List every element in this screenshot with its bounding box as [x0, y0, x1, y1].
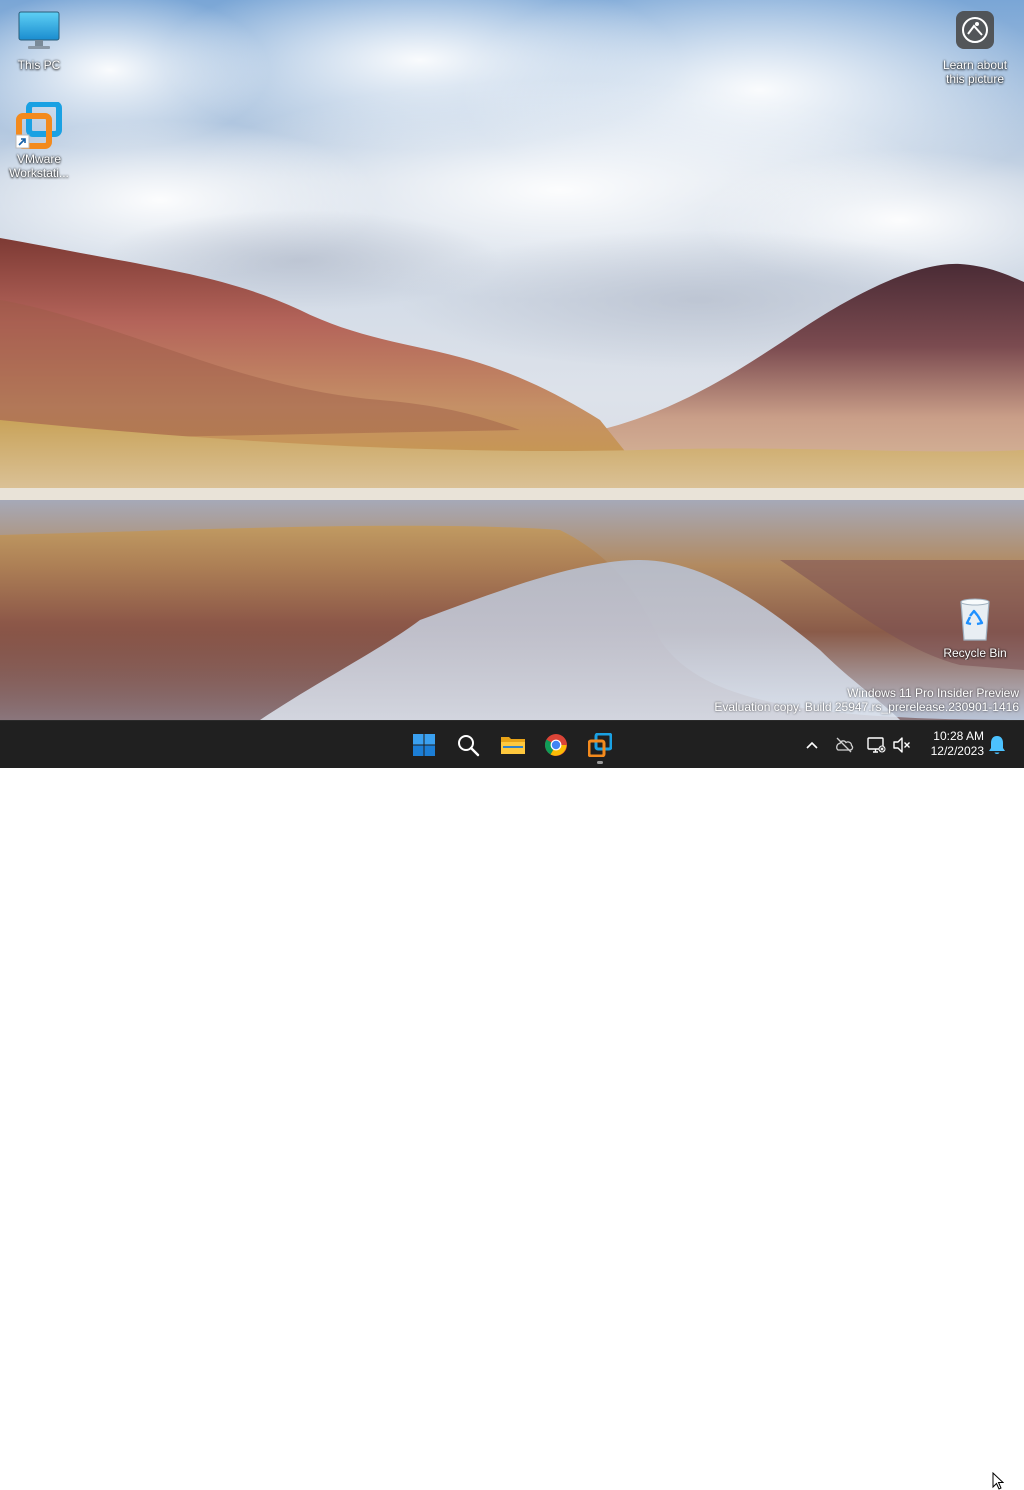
volume-muted-icon — [893, 737, 910, 753]
vmware-shortcut-icon — [15, 101, 63, 150]
desktop: This PC VMware Workstati... Learn about … — [0, 0, 1024, 720]
desktop-icon-label: Recycle Bin — [943, 646, 1007, 660]
computer-monitor-icon — [15, 8, 63, 56]
desktop-icon-label: VMware Workstati... — [9, 152, 69, 180]
watermark-build: Evaluation copy. Build 25947.rs_prerelea… — [714, 700, 1019, 714]
chrome-button[interactable] — [536, 725, 576, 765]
volume-tray-button[interactable] — [890, 733, 914, 757]
folder-icon — [501, 737, 525, 754]
network-tray-button[interactable] — [864, 733, 888, 757]
desktop-icon-label: This PC — [17, 58, 61, 72]
chrome-icon — [545, 734, 567, 756]
network-disconnected-icon — [867, 737, 886, 753]
start-button[interactable] — [404, 725, 444, 765]
wallpaper — [0, 0, 1024, 720]
vmware-icon — [588, 733, 612, 757]
clock-time: 10:28 AM — [933, 729, 984, 743]
file-explorer-button[interactable] — [492, 725, 532, 765]
desktop-icon-learn-about-picture[interactable]: Learn about this picture — [937, 8, 1013, 86]
onedrive-tray-button[interactable] — [832, 733, 856, 757]
desktop-icon-label: Learn about this picture — [942, 58, 1008, 86]
clock-date: 12/2/2023 — [930, 744, 984, 758]
onedrive-offline-icon — [836, 737, 854, 753]
windows-logo-icon — [413, 734, 435, 756]
clock-date-button[interactable]: 10:28 AM 12/2/2023 — [918, 725, 988, 765]
show-hidden-icons-button[interactable] — [800, 733, 824, 757]
mouse-pointer-icon — [992, 1472, 1004, 1490]
vmware-taskbar-button[interactable] — [580, 725, 620, 765]
search-icon — [458, 735, 480, 757]
running-indicator — [597, 761, 603, 764]
notification-bell-icon — [989, 736, 1005, 754]
search-button[interactable] — [448, 725, 488, 765]
recycle-bin-icon — [951, 596, 999, 644]
desktop-icon-this-pc[interactable]: This PC — [1, 8, 77, 72]
chevron-up-icon — [806, 741, 818, 749]
camera-spotlight-icon — [951, 8, 999, 56]
desktop-icon-recycle-bin[interactable]: Recycle Bin — [937, 596, 1013, 660]
watermark-edition: Windows 11 Pro Insider Preview — [847, 686, 1019, 700]
taskbar: 10:28 AM 12/2/2023 — [0, 720, 1024, 1490]
notification-center-button[interactable] — [986, 733, 1008, 757]
windows-evaluation-watermark: Windows 11 Pro Insider Preview Evaluatio… — [714, 686, 1019, 714]
desktop-icon-vmware-workstation[interactable]: VMware Workstati... — [1, 101, 77, 180]
